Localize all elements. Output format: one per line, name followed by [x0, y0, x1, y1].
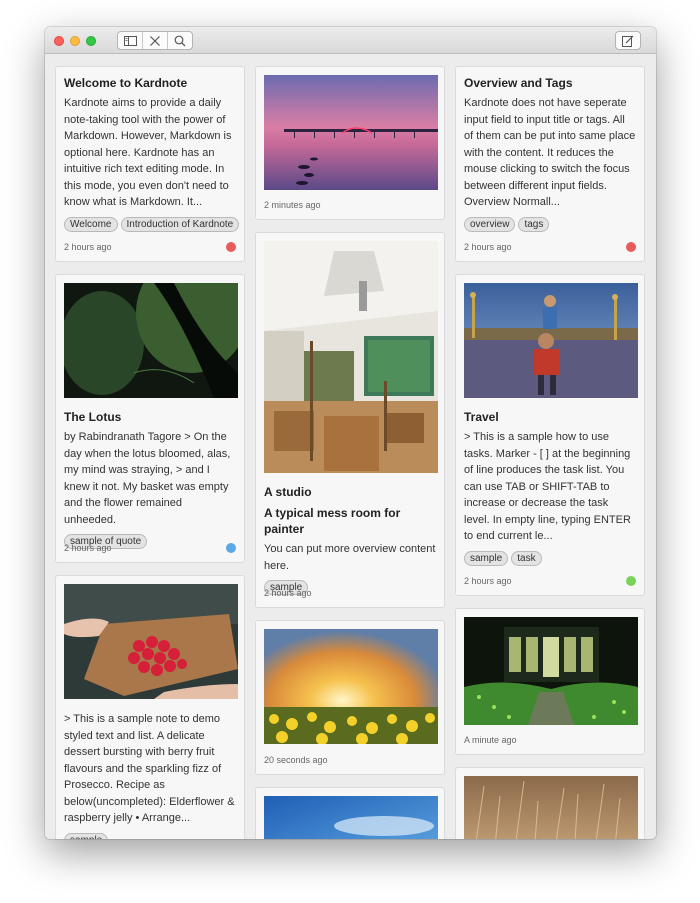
tools-icon [150, 35, 160, 46]
note-overview: Kardnote aims to provide a daily note-ta… [64, 97, 232, 208]
note-card-garden[interactable]: A minute ago [455, 608, 645, 755]
toolbar-segmented-control [117, 31, 193, 50]
note-overview: by Rabindranath Tagore > On the day when… [64, 431, 231, 526]
note-card-sunflower[interactable]: 20 seconds ago [255, 620, 445, 775]
app-window: Welcome to Kardnote Kardnote aims to pro… [45, 27, 656, 839]
travel-image [464, 283, 638, 398]
tag-list: sample task [464, 550, 636, 567]
note-card-sky[interactable] [255, 787, 445, 839]
studio-image [264, 241, 438, 473]
note-title: A studio [264, 485, 312, 499]
minimize-window-button[interactable] [70, 36, 80, 46]
tag-chip[interactable]: tags [518, 216, 550, 232]
note-card-travel[interactable]: Travel > This is a sample how to use tas… [455, 274, 645, 596]
blue-color-label-dot [226, 543, 236, 553]
note-title: The Lotus [64, 410, 122, 424]
note-title: Travel [464, 410, 499, 424]
note-timestamp: 2 hours ago [464, 242, 512, 252]
note-timestamp: 2 minutes ago [264, 200, 321, 210]
note-timestamp: 2 hours ago [64, 242, 112, 252]
tag-chip[interactable]: overview [464, 216, 516, 232]
note-card-wheat[interactable] [455, 767, 645, 839]
note-timestamp: 2 hours ago [264, 588, 312, 598]
note-card-berries[interactable]: > This is a sample note to demo styled t… [55, 575, 245, 839]
green-color-label-dot [626, 576, 636, 586]
note-card-welcome[interactable]: Welcome to Kardnote Kardnote aims to pro… [55, 66, 245, 262]
zoom-window-button[interactable] [86, 36, 96, 46]
note-overview: You can put more overview content here. [264, 543, 436, 572]
raspberries-image [64, 584, 238, 699]
note-overview: > This is a sample note to demo styled t… [64, 713, 235, 824]
red-color-label-dot [626, 242, 636, 252]
note-timestamp: 2 hours ago [464, 576, 512, 586]
note-title: Overview and Tags [464, 76, 573, 90]
note-card-pier[interactable]: 2 minutes ago [255, 66, 445, 220]
tag-list: Welcome Introduction of Kardnote [64, 216, 240, 233]
pier-sunset-image [264, 75, 438, 190]
notes-grid: Welcome to Kardnote Kardnote aims to pro… [45, 55, 656, 839]
lotus-leaf-image [64, 283, 238, 398]
new-note-button[interactable] [615, 31, 641, 50]
note-overview: Kardnote does not have seperate input fi… [464, 97, 636, 208]
garden-night-image [464, 617, 638, 725]
compose-icon [622, 35, 634, 47]
tag-chip[interactable]: sample [64, 832, 109, 839]
note-card-overview[interactable]: Overview and Tags Kardnote does not have… [455, 66, 645, 262]
tag-chip[interactable]: Welcome [64, 216, 118, 232]
tag-list: sample [64, 832, 236, 839]
sidebar-icon [123, 35, 137, 46]
toggle-sidebar-button[interactable] [118, 32, 143, 49]
note-timestamp: A minute ago [464, 735, 517, 745]
note-timestamp: 2 hours ago [64, 543, 112, 553]
title-bar [45, 27, 656, 54]
note-card-lotus[interactable]: The Lotus by Rabindranath Tagore > On th… [55, 274, 245, 563]
search-icon [174, 35, 186, 46]
tag-chip[interactable]: Introduction of Kardnote [120, 216, 240, 232]
tools-button[interactable] [143, 32, 168, 49]
tag-list: overview tags [464, 216, 636, 233]
tag-chip[interactable]: task [511, 550, 542, 566]
search-button[interactable] [168, 32, 192, 49]
note-overview: > This is a sample how to use tasks. Mar… [464, 431, 631, 542]
blue-sky-image [264, 796, 438, 839]
note-subtitle: A typical mess room for painter [264, 506, 401, 536]
wheat-field-image [464, 776, 638, 839]
sunflower-field-image [264, 629, 438, 744]
red-color-label-dot [226, 242, 236, 252]
note-title: Welcome to Kardnote [64, 76, 188, 90]
close-window-button[interactable] [54, 36, 64, 46]
note-card-studio[interactable]: A studio A typical mess room for painter… [255, 232, 445, 608]
note-timestamp: 20 seconds ago [264, 755, 328, 765]
tag-chip[interactable]: sample [464, 550, 509, 566]
